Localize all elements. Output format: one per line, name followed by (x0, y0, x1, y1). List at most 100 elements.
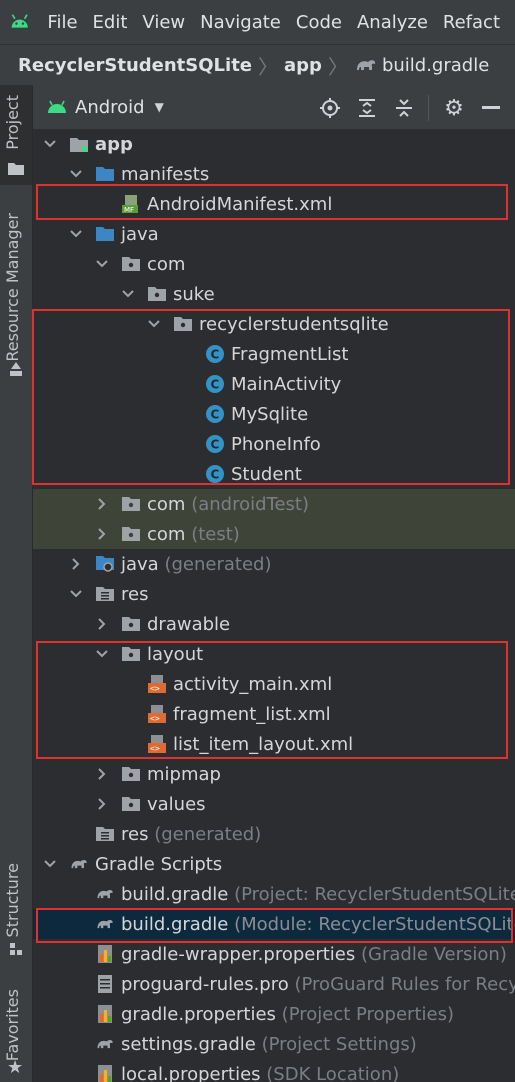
star-icon: ★ (7, 1057, 24, 1078)
menu-view[interactable]: View (142, 12, 185, 33)
android-studio-icon (11, 14, 28, 28)
resource-manager-tool-tab[interactable]: Resource Manager (3, 213, 22, 362)
menu-refactor[interactable]: Refact (443, 12, 500, 33)
tree-item-suke[interactable]: suke (33, 279, 515, 309)
chevron-right-icon[interactable] (95, 497, 109, 511)
tree-item-label: res (121, 583, 149, 605)
chevron-right-icon[interactable] (69, 557, 83, 571)
gear-icon[interactable]: ⚙ (442, 96, 466, 121)
properties-file-icon (95, 1064, 115, 1082)
menu-code[interactable]: Code (296, 12, 342, 33)
tree-item-hint: (Gradle Version) (361, 943, 507, 965)
breadcrumb-separator: 〉 (327, 54, 348, 79)
view-mode-selector[interactable]: Android (75, 97, 145, 118)
package-icon (121, 794, 141, 814)
chevron-down-icon[interactable] (69, 587, 83, 601)
tree-item-gradle-file[interactable]: gradle.properties (Project Properties) (33, 999, 515, 1029)
tree-item-app[interactable]: app (33, 129, 515, 159)
chevron-right-icon[interactable] (95, 797, 109, 811)
tool-window-strip: Project Resource Manager Structure Favor… (0, 85, 33, 1082)
tree-item-label: Gradle Scripts (95, 853, 223, 875)
favorites-tool-tab[interactable]: Favorites (3, 989, 22, 1061)
tree-item-label: res (121, 823, 149, 845)
folder-icon (95, 224, 115, 244)
project-tool-tab[interactable]: Project (3, 95, 22, 150)
tree-item-label: com (147, 253, 186, 275)
tree-item-gradle-file[interactable]: proguard-rules.pro (ProGuard Rules for R… (33, 969, 515, 999)
breadcrumb-file[interactable]: build.gradle (382, 55, 489, 76)
chevron-right-icon[interactable] (95, 617, 109, 631)
tree-item-label: app (95, 133, 133, 155)
tree-item-gradle-file[interactable]: local.properties (SDK Location) (33, 1059, 515, 1082)
chevron-down-icon[interactable]: ▼ (155, 100, 164, 114)
tree-item-hint: (ProGuard Rules for Recyc (294, 973, 515, 995)
collapse-all-icon[interactable] (392, 96, 416, 120)
menu-bar: File Edit View Navigate Code Analyze Ref… (0, 0, 515, 44)
highlight-box-layouts (36, 641, 508, 759)
tree-item-mipmap[interactable]: mipmap (33, 759, 515, 789)
chevron-down-icon[interactable] (95, 257, 109, 271)
tree-item-gradle-file[interactable]: settings.gradle (Project Settings) (33, 1029, 515, 1059)
structure-icon (10, 943, 22, 955)
toolbar-divider (428, 95, 429, 121)
tree-item-label: com (147, 493, 186, 515)
tree-item-res-generated[interactable]: res (generated) (33, 819, 515, 849)
tree-item-values[interactable]: values (33, 789, 515, 819)
tree-item-com[interactable]: com (33, 249, 515, 279)
tree-item-hint: (generated) (154, 823, 262, 845)
structure-tool-tab[interactable]: Structure (3, 863, 22, 937)
tree-item-label: drawable (147, 613, 231, 635)
resource-folder-icon (95, 824, 115, 844)
package-icon (121, 254, 141, 274)
tree-item-label: values (147, 793, 206, 815)
gradle-icon (69, 854, 89, 874)
gradle-icon (95, 1034, 115, 1054)
tree-item-drawable[interactable]: drawable (33, 609, 515, 639)
menu-file[interactable]: File (47, 12, 77, 33)
tree-item-label: gradle-wrapper.properties (121, 943, 356, 965)
gradle-icon (356, 60, 376, 70)
tree-item-label: build.gradle (121, 883, 229, 905)
tree-item-gradle-file[interactable]: gradle-wrapper.properties (Gradle Versio… (33, 939, 515, 969)
chevron-down-icon[interactable] (43, 857, 57, 871)
tree-item-label: proguard-rules.pro (121, 973, 289, 995)
menu-navigate[interactable]: Navigate (200, 12, 281, 33)
tree-item-label: suke (173, 283, 215, 305)
locate-icon[interactable] (318, 96, 342, 120)
package-icon (121, 614, 141, 634)
chevron-down-icon[interactable] (121, 287, 135, 301)
menu-edit[interactable]: Edit (93, 12, 128, 33)
chevron-right-icon[interactable] (95, 527, 109, 541)
package-icon (121, 764, 141, 784)
properties-file-icon (95, 1004, 115, 1024)
highlight-box-build-gradle (36, 908, 513, 943)
tree-item-com-android-test[interactable]: com (androidTest) (33, 489, 515, 519)
android-icon (48, 100, 66, 113)
hide-panel-icon[interactable] (479, 96, 503, 120)
breadcrumb-project[interactable]: RecyclerStudentSQLite (18, 55, 252, 76)
menu-analyze[interactable]: Analyze (357, 12, 428, 33)
breadcrumb-module[interactable]: app (284, 55, 322, 76)
tree-item-hint: (generated) (164, 553, 272, 575)
tree-item-gradle-file[interactable]: build.gradle (Project: RecyclerStudentSQ… (33, 879, 515, 909)
expand-all-icon[interactable] (355, 96, 379, 120)
chevron-down-icon[interactable] (69, 227, 83, 241)
package-icon (121, 494, 141, 514)
folder-icon (8, 163, 24, 175)
tree-item-java-generated[interactable]: java (generated) (33, 549, 515, 579)
tree-item-hint: (Project: RecyclerStudentSQLite) (234, 883, 515, 905)
chevron-right-icon[interactable] (95, 767, 109, 781)
properties-file-icon (95, 944, 115, 964)
package-icon (121, 524, 141, 544)
tree-item-label: manifests (121, 163, 210, 185)
chevron-down-icon[interactable] (43, 137, 57, 151)
chevron-down-icon[interactable] (69, 167, 83, 181)
tree-item-hint: (Project Properties) (281, 1003, 454, 1025)
tree-item-res[interactable]: res (33, 579, 515, 609)
tree-item-com-test[interactable]: com (test) (33, 519, 515, 549)
tree-item-java[interactable]: java (33, 219, 515, 249)
tree-item-gradle-scripts[interactable]: Gradle Scripts (33, 849, 515, 879)
tree-item-label: gradle.properties (121, 1003, 276, 1025)
folder-icon (95, 164, 115, 184)
resource-manager-icon (10, 362, 22, 376)
